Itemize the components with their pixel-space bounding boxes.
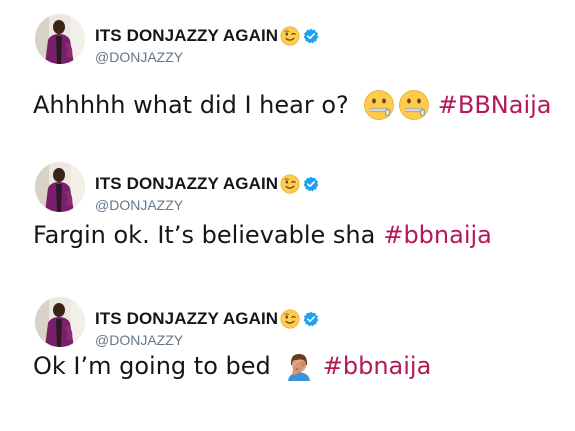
hashtag-link[interactable]: #BBNaija [438,91,552,119]
avatar[interactable] [35,14,85,64]
verified-badge-icon [303,311,319,327]
avatar[interactable] [35,297,85,347]
display-name[interactable]: ITS DONJAZZY AGAIN [95,309,278,329]
user-handle[interactable]: @DONJAZZY [95,197,183,213]
avatar[interactable] [35,162,85,212]
verified-badge-icon [303,176,319,192]
author-name-row[interactable]: ITS DONJAZZY AGAIN [95,307,319,331]
hashtag-link[interactable]: #bbnaija [323,352,432,380]
hashtag-link[interactable]: #bbnaija [383,221,492,249]
tweet-body: Fargin ok. It’s believable sha [33,221,376,249]
tweet-text: Fargin ok. It’s believable sha #bbnaija [33,218,492,252]
user-handle[interactable]: @DONJAZZY [95,49,183,65]
display-name[interactable]: ITS DONJAZZY AGAIN [95,26,278,46]
author-name-row[interactable]: ITS DONJAZZY AGAIN [95,24,319,48]
author-name-row[interactable]: ITS DONJAZZY AGAIN [95,172,319,196]
winking-face-icon [280,174,300,194]
user-handle[interactable]: @DONJAZZY [95,332,183,348]
man-facepalming-icon [283,350,315,382]
display-name[interactable]: ITS DONJAZZY AGAIN [95,174,278,194]
winking-face-icon [280,309,300,329]
verified-badge-icon [303,28,319,44]
tweet-text: Ahhhhh what did I hear o? #BBNaija [33,88,552,122]
winking-face-icon [280,26,300,46]
tweet-body: Ok I’m going to bed [33,352,271,380]
zipper-mouth-face-icon [363,89,395,121]
zipper-mouth-face-icon [398,89,430,121]
tweet-text: Ok I’m going to bed #bbnaija [33,349,431,383]
tweet-body: Ahhhhh what did I hear o? [33,91,349,119]
